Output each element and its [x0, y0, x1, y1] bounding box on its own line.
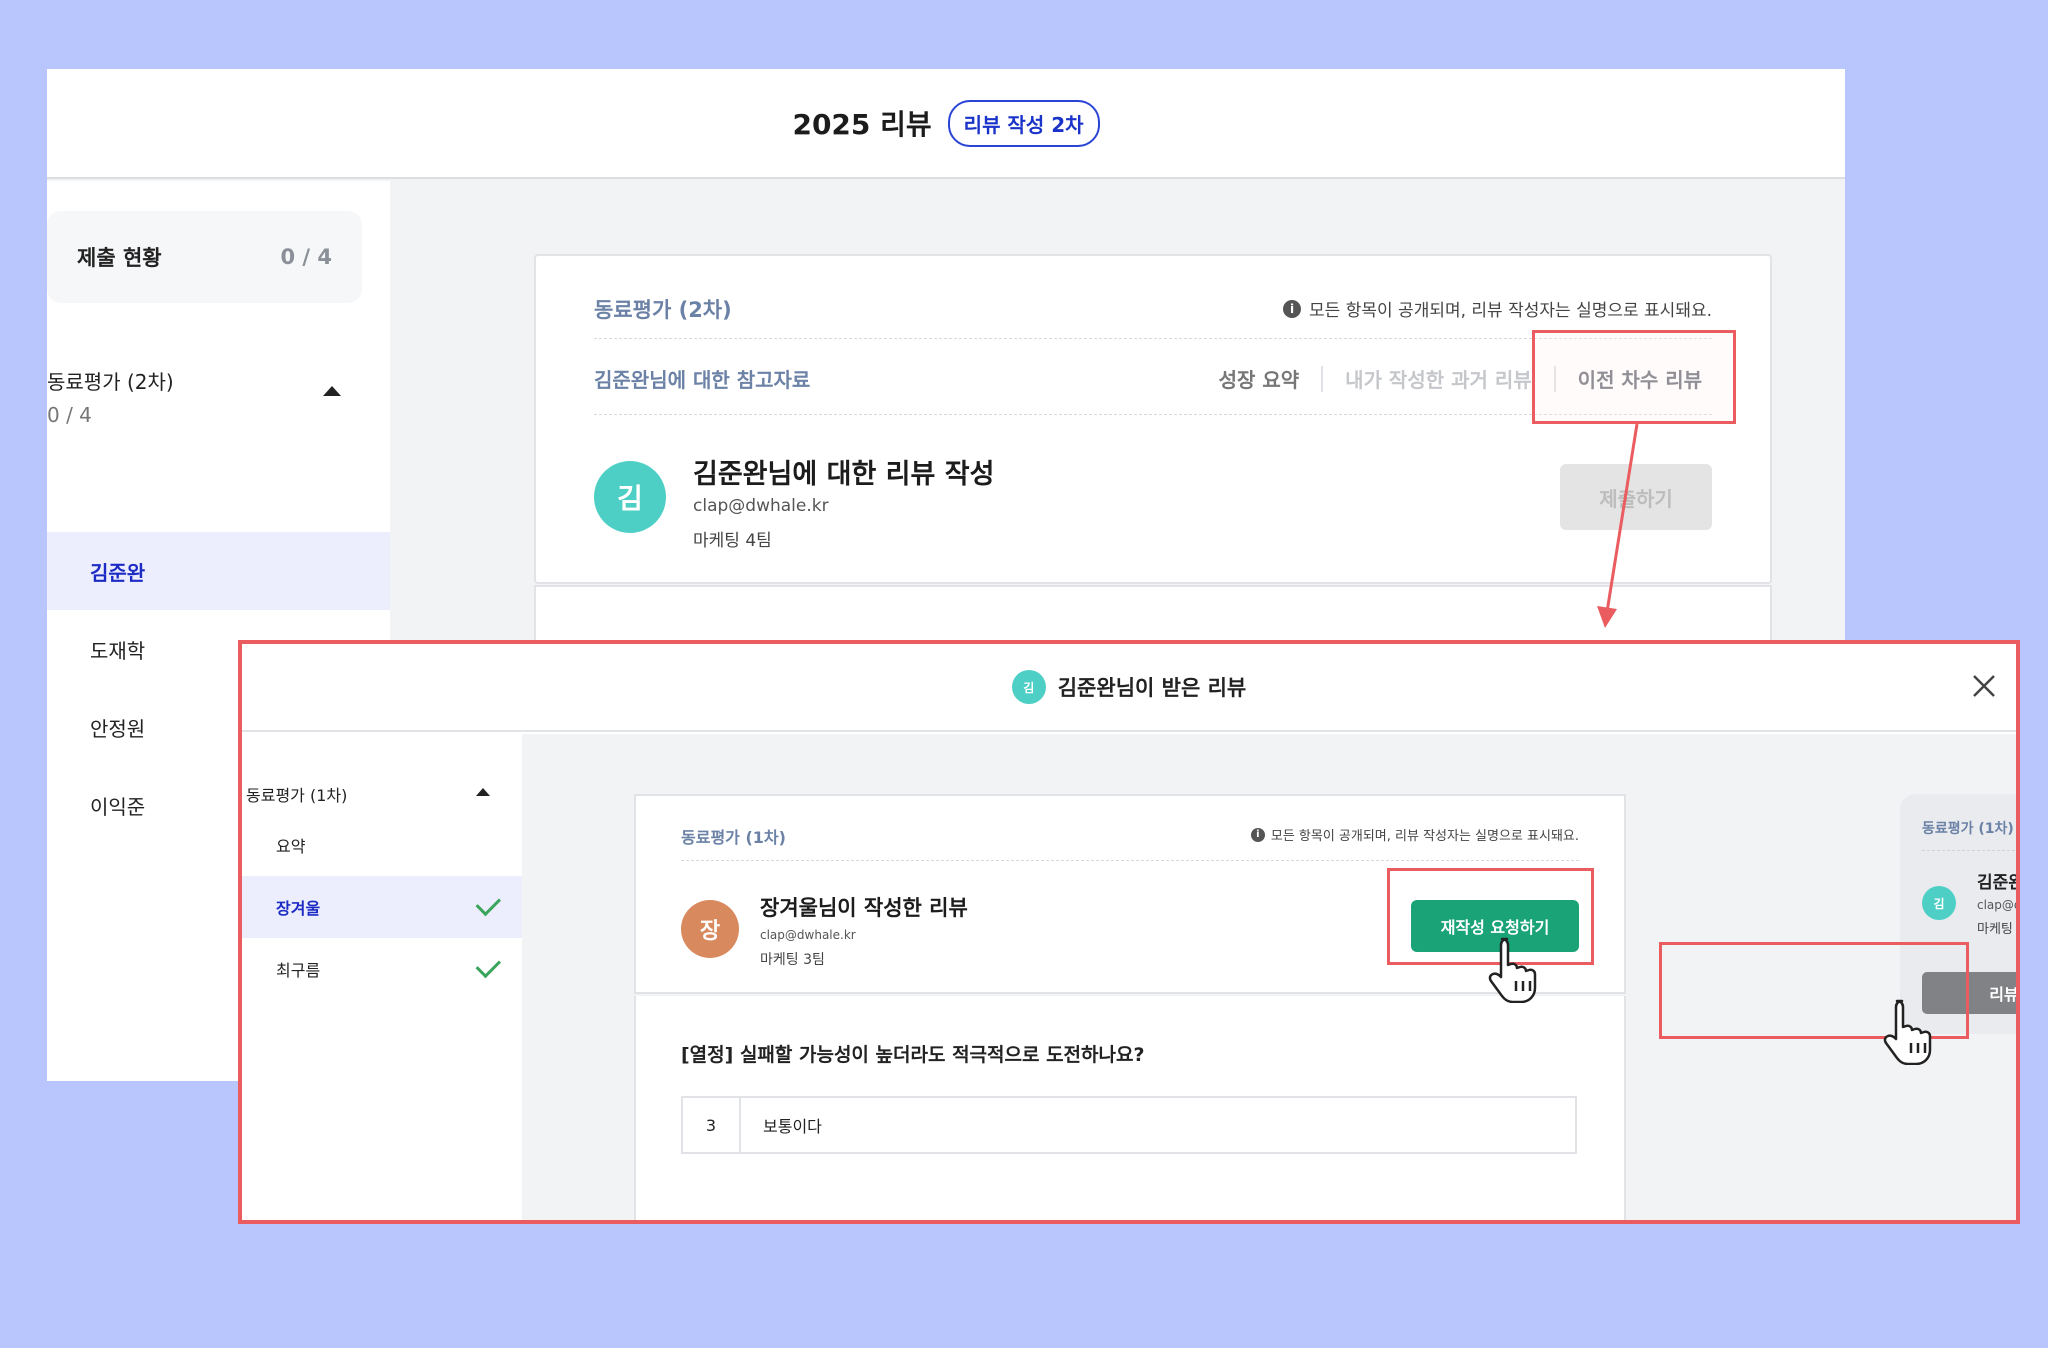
info-icon: i	[1250, 827, 1265, 842]
tab-my-past-reviews[interactable]: 내가 작성한 과거 리뷰	[1345, 364, 1532, 393]
reviewer-list: 요약 장겨울 최구름	[242, 814, 522, 1000]
avatar: 장	[681, 900, 739, 958]
question-title: [열정] 실패할 가능성이 높더라도 적극적으로 도전하나요?	[681, 1044, 1145, 1066]
section-title: 동료평가 (1차)	[1922, 821, 2014, 837]
modal-header: 김 김준완님이 받은 리뷰	[242, 644, 2016, 732]
submission-status: 제출 현황 0 / 4	[47, 211, 362, 303]
peer-review-group-toggle[interactable]: 동료평가 (1차)	[246, 782, 516, 806]
section-title: 동료평가 (2차)	[594, 298, 732, 322]
email: clap@dwhale.kr	[693, 496, 829, 516]
reviewee-name: 김준완	[1977, 873, 2020, 893]
section-title: 동료평가 (1차)	[681, 828, 786, 847]
sidebar-item-summary[interactable]: 요약	[242, 814, 522, 876]
email: clap@dwhale.kr	[760, 928, 856, 942]
received-reviews-modal: 김 김준완님이 받은 리뷰 동료평가 (1차) 요약 장겨울 최구름 동료평가 …	[238, 640, 2020, 1224]
review-title: 장겨울님이 작성한 리뷰	[760, 896, 968, 920]
reference-label: 김준완님에 대한 참고자료	[594, 368, 811, 392]
highlight-box	[1532, 330, 1736, 424]
answer-row: 3 보통이다	[681, 1096, 1577, 1154]
status-count: 0 / 4	[280, 245, 332, 269]
team: 마케팅 4팀	[1977, 922, 2016, 937]
group-title: 동료평가 (1차)	[246, 786, 348, 805]
notice-text: 모든 항목이 공개되며, 리뷰 작성자는 실명으로 표시돼요.	[1270, 829, 1579, 844]
avatar: 김	[1922, 886, 1956, 920]
item-label: 장겨울	[276, 899, 321, 918]
notice: i 모든 항목이 공개되며, 리뷰 작성자는 실명으로 표시돼요.	[1250, 825, 1579, 844]
team: 마케팅 4팀	[693, 531, 772, 551]
check-icon	[475, 952, 502, 979]
question-card: [열정] 실패할 가능성이 높더라도 적극적으로 도전하나요? 3 보통이다	[634, 996, 1626, 1220]
avatar: 김	[594, 461, 666, 533]
caret-up-icon	[323, 386, 341, 396]
group-count: 0 / 4	[47, 403, 92, 427]
close-icon	[1973, 675, 1995, 697]
hand-pointer-icon	[1488, 937, 1537, 1003]
divider	[1922, 850, 2016, 851]
notice-text: 모든 항목이 공개되며, 리뷰 작성자는 실명으로 표시돼요.	[1309, 301, 1712, 321]
answer-text: 보통이다	[763, 1117, 822, 1136]
sidebar-item-reviewer[interactable]: 장겨울	[242, 876, 522, 938]
main-header: 2025 리뷰 리뷰 작성 2차	[47, 69, 1845, 179]
sidebar-item-reviewer[interactable]: 최구름	[242, 938, 522, 1000]
close-button[interactable]	[1964, 666, 2004, 706]
answer-score: 3	[683, 1098, 741, 1152]
round-badge: 리뷰 작성 2차	[947, 99, 1100, 147]
modal-sidebar: 동료평가 (1차) 요약 장겨울 최구름	[242, 734, 522, 1220]
tab-growth-summary[interactable]: 성장 요약	[1219, 364, 1300, 393]
email: clap@dwhale.kr	[1977, 898, 2016, 912]
review-title: 김준완님에 대한 리뷰 작성	[693, 459, 995, 490]
submit-button[interactable]: 제출하기	[1560, 464, 1712, 530]
item-label: 요약	[276, 837, 306, 856]
notice: i 모든 항목이 공개되며, 리뷰 작성자는 실명으로 표시돼요.	[1283, 296, 1712, 321]
divider	[1321, 365, 1324, 392]
sidebar-item-person[interactable]: 김준완	[47, 532, 390, 610]
caret-up-icon	[476, 788, 490, 796]
hand-pointer-icon	[1883, 999, 1932, 1065]
peer-review-group-toggle[interactable]: 동료평가 (2차) 0 / 4	[47, 366, 377, 427]
modal-title: 김준완님이 받은 리뷰	[1057, 676, 1247, 700]
item-label: 최구름	[276, 961, 321, 980]
page-title: 2025 리뷰	[792, 108, 932, 141]
status-label: 제출 현황	[77, 246, 162, 270]
avatar: 김	[1011, 670, 1046, 704]
team: 마케팅 3팀	[760, 952, 825, 968]
info-icon: i	[1283, 299, 1302, 318]
divider	[681, 860, 1579, 861]
check-icon	[475, 890, 502, 917]
